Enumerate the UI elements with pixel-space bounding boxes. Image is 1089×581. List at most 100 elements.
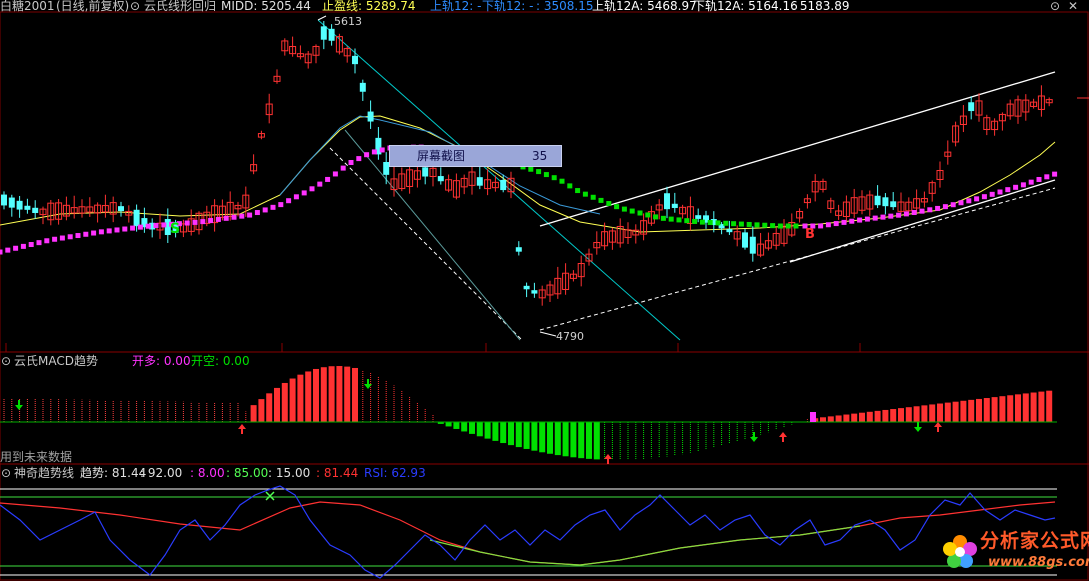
trend-dot-bull — [309, 186, 315, 192]
watermark-logo: 分析家公式网 www.88gs.com — [940, 528, 1089, 578]
macd-bar — [976, 398, 982, 422]
watermark-name: 分析家公式网 — [980, 530, 1089, 552]
rising-channel-upper — [539, 71, 1056, 227]
trend-dot-bear — [598, 197, 604, 203]
close-icon[interactable]: ✕ — [1068, 0, 1078, 13]
rsi-line — [0, 485, 1056, 579]
rising-channel-lower-solid — [789, 179, 1056, 263]
trend-dot-bull — [981, 194, 987, 200]
macd-bar — [461, 422, 468, 432]
macd-bar — [1022, 393, 1029, 422]
rsi-value: RSI: 62.93 — [364, 466, 426, 480]
trend-dot-bull — [1036, 176, 1042, 182]
candle-body-down — [664, 193, 670, 210]
macd-bar — [297, 374, 304, 422]
candle-body-down — [328, 28, 335, 41]
macd-bar — [882, 409, 889, 422]
macd-bar — [281, 382, 288, 422]
candle-body-down — [422, 167, 429, 177]
macd-settings-icon[interactable]: ⊙ — [1, 354, 11, 368]
indicator-settings-icon[interactable]: ⊙ — [130, 0, 140, 13]
trend-dot-bull — [896, 212, 902, 218]
macd-bar — [336, 366, 343, 422]
candle-body-down — [8, 197, 15, 208]
trend-dot-bull — [974, 196, 980, 202]
trend-dot-bull — [841, 219, 847, 225]
osc-settings-icon[interactable]: ⊙ — [1, 466, 11, 480]
candle-body-down — [531, 290, 538, 294]
indicator-name: 云氏线形回归 — [144, 0, 217, 13]
candle-body-down — [695, 215, 702, 219]
trend-dot-bull — [215, 216, 221, 222]
macd-bar — [500, 422, 507, 444]
trend-dot-bull — [75, 233, 81, 239]
candle-body-down — [32, 207, 39, 214]
macd-bar — [898, 408, 904, 422]
trend-dot-bull — [332, 171, 338, 177]
candle-body-down — [437, 176, 444, 182]
trend-dot-bull — [0, 249, 3, 255]
trend-dot-bear — [582, 191, 588, 197]
trend-value: 趋势: 81.44 — [80, 466, 147, 480]
macd-bar — [476, 422, 483, 437]
trend-dot-bull — [223, 215, 229, 221]
trend-dot-bull — [364, 152, 370, 158]
trend-dot-bull — [122, 226, 128, 232]
arrow-shape — [914, 422, 922, 432]
macd-bar — [274, 387, 280, 422]
period-label: (日线,前复权) — [56, 0, 130, 13]
macd-bar — [445, 422, 452, 427]
trend-dot-bear — [637, 210, 643, 216]
trend-dot-bear — [536, 169, 542, 175]
level85-value: : 85.00 — [226, 466, 269, 480]
trend-dot-bull — [98, 229, 104, 235]
macd-bar-magenta — [810, 412, 816, 422]
trend-dot-bull — [278, 202, 284, 208]
macd-bar — [952, 401, 959, 422]
watermark-url: www.88gs.com — [988, 555, 1089, 570]
window-menu-icon[interactable]: ⊙ — [1050, 0, 1060, 13]
trend-dot-bear — [676, 217, 682, 223]
trend-dot-bull — [1020, 182, 1026, 188]
upper12-value: 上轨12: - — [430, 0, 482, 13]
candle-body-down — [320, 26, 327, 40]
macd-bar — [968, 399, 975, 422]
trend-dot-bear — [590, 194, 596, 200]
lower12-value: 下轨12: - — [482, 0, 534, 13]
trend-dot-bear — [746, 221, 752, 227]
chart-canvas[interactable] — [0, 0, 1089, 581]
level8-value: : 8.00 — [190, 466, 225, 480]
candle-body-down — [515, 247, 522, 252]
trend-dot-bull — [356, 156, 362, 162]
lower-extra-value: : 3508.15 — [536, 0, 594, 13]
trend-dot-bull — [857, 217, 863, 223]
trend-dot-bull — [44, 238, 50, 244]
trend-dot-bull — [36, 240, 42, 246]
trend-dot-bull — [1028, 179, 1034, 185]
arrow-shape — [779, 432, 787, 442]
upper12a-value: 上轨12A: 5468.97 — [592, 0, 697, 13]
trend-dot-bear — [528, 166, 534, 172]
trend-dot-bull — [293, 194, 299, 200]
trend-dot-bull — [935, 205, 941, 211]
trend-dot-bear — [723, 220, 729, 226]
macd-bar — [539, 422, 546, 453]
trend-dot-bull — [903, 211, 909, 217]
trend-dot-bull — [833, 221, 839, 227]
trend-dot-bull — [340, 165, 346, 171]
macd-bar — [531, 422, 538, 451]
macd-bar — [562, 422, 569, 457]
macd-bar — [983, 398, 990, 422]
candle-body-down — [367, 111, 374, 122]
macd-bar — [843, 414, 850, 422]
screenshot-tooltip[interactable]: 屏幕截图 35 — [389, 145, 562, 167]
trend-dot-bull — [911, 210, 917, 216]
macd-bar — [523, 422, 530, 449]
trend-dot-bear — [551, 175, 557, 181]
lower12a-value: 下轨12A: 5164.16 — [693, 0, 798, 13]
macd-bar — [890, 409, 897, 422]
candle-body-down — [726, 229, 733, 233]
candle-body-down — [359, 82, 366, 92]
kaikong-value: 开空: 0.00 — [191, 354, 250, 368]
candle-body-down — [742, 232, 748, 248]
